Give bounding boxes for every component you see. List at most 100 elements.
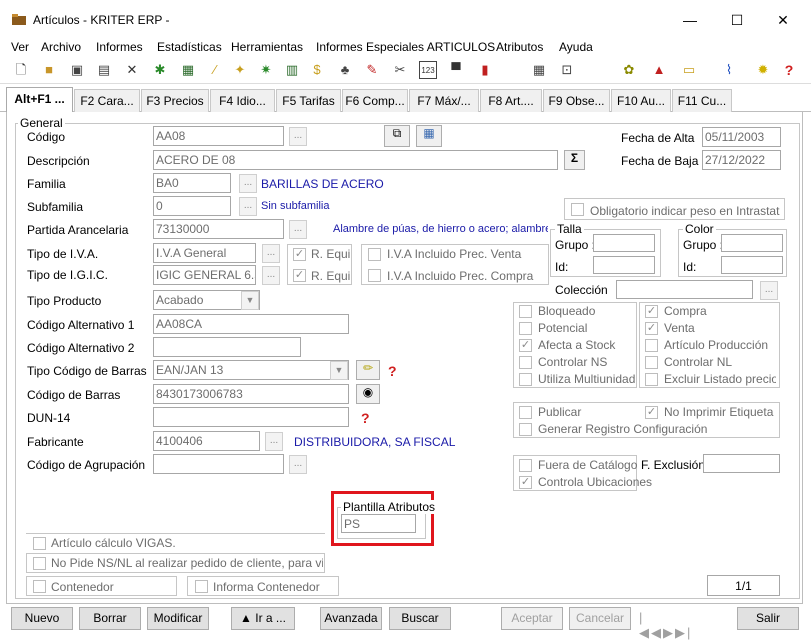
grid-icon[interactable]: ▦ [416,125,442,147]
menu-informes-especiales[interactable]: Informes Especiales ARTICULOS [316,40,495,54]
controla-ubic-checkbox[interactable]: ✓ [519,476,532,489]
tool-icon-1[interactable]: ✱ [151,61,169,79]
fabricante-field[interactable]: 4100406 [153,431,260,451]
chevron-down-icon[interactable]: ▼ [241,291,259,310]
help-icon[interactable]: ? [388,363,397,379]
maximize-icon[interactable]: ☐ [714,6,760,34]
coleccion-lookup-button[interactable]: ... [760,281,778,300]
menu-estadisticas[interactable]: Estadísticas [157,40,222,54]
iva-incluido-compra-checkbox[interactable] [368,269,381,282]
minimize-icon[interactable]: — [667,6,713,34]
eye-icon[interactable]: ◉ [356,384,380,404]
tab-f3[interactable]: F3 Precios [141,89,209,112]
iva-field[interactable]: I.V.A General [153,243,256,263]
talla-grupo-field[interactable] [593,234,655,252]
tab-f6[interactable]: F6 Comp... [342,89,408,112]
calculator-icon[interactable]: ▦ [530,61,548,79]
menu-ayuda[interactable]: Ayuda [559,40,593,54]
dun14-field[interactable] [153,407,349,427]
menu-archivo[interactable]: Archivo [41,40,81,54]
buscar-button[interactable]: Buscar [389,607,451,630]
tool-icon-6[interactable]: ▥ [283,61,301,79]
iva-incluido-venta-checkbox[interactable] [368,248,381,261]
chevron-down-icon[interactable]: ▼ [330,361,348,380]
tool-icon-11[interactable]: ✿ [620,61,638,79]
no-imprimir-checkbox[interactable]: ✓ [645,406,658,419]
venta-checkbox[interactable]: ✓ [645,322,658,335]
tool-icon-13[interactable]: ▭ [680,61,698,79]
articulo-produccion-checkbox[interactable] [645,339,658,352]
igic-field[interactable]: IGIC GENERAL 6.5 [153,265,256,285]
cod-agrupacion-field[interactable] [153,454,284,474]
tool-icon-8[interactable]: ♣ [336,61,354,79]
edit-icon[interactable]: ▤ [95,61,113,79]
cod-agrupacion-lookup-button[interactable]: ... [289,455,307,474]
igic-requi-checkbox[interactable]: ✓ [293,269,306,282]
fecha-alta-field[interactable]: 05/11/2003 [702,127,781,147]
avanzada-button[interactable]: Avanzada [320,607,382,630]
save-icon[interactable]: ▣ [68,61,86,79]
record-navigation-icon[interactable]: |◀◀▶▶| [639,610,697,640]
close-window-icon[interactable]: ✕ [760,6,806,34]
partida-field[interactable]: 73130000 [153,219,284,239]
tab-f8[interactable]: F8 Art.... [480,89,542,112]
subfamilia-lookup-button[interactable]: ... [239,197,257,216]
tool-icon-7[interactable]: $ [308,61,326,79]
fabricante-lookup-button[interactable]: ... [265,432,283,451]
igic-lookup-button[interactable]: ... [262,266,280,285]
compra-checkbox[interactable]: ✓ [645,305,658,318]
cart-icon[interactable]: ⊡ [558,61,576,79]
tab-f9[interactable]: F9 Obse... [543,89,610,112]
familia-field[interactable]: BA0 [153,173,231,193]
multiunidad-checkbox[interactable] [519,373,532,386]
nuevo-button[interactable]: Nuevo [11,607,73,630]
menu-atributos[interactable]: Atributos [496,40,543,54]
help-icon[interactable]: ? [780,61,798,79]
fuera-catalogo-checkbox[interactable] [519,459,532,472]
ir-a-button[interactable]: ▲ Ir a ... [231,607,295,630]
modificar-button[interactable]: Modificar [147,607,209,630]
codigo-field[interactable]: AA08 [153,126,284,146]
counter-icon[interactable]: 123 [419,61,437,79]
aceptar-button[interactable]: Aceptar [501,607,563,630]
tab-alt-f1[interactable]: Alt+F1 ... [6,87,73,113]
tab-f7[interactable]: F7 Máx/... [409,89,479,112]
new-document-icon[interactable]: 🗋 [12,61,30,79]
informa-contenedor-checkbox[interactable] [195,580,208,593]
tool-icon-9[interactable]: ✎ [363,61,381,79]
vigas-checkbox[interactable] [33,537,46,550]
tab-f4[interactable]: F4 Idio... [210,89,275,112]
borrar-button[interactable]: Borrar [79,607,141,630]
partida-lookup-button[interactable]: ... [289,220,307,239]
tool-icon-10[interactable]: ✂ [391,61,409,79]
cod-alt2-field[interactable] [153,337,301,357]
tab-f5[interactable]: F5 Tarifas [276,89,341,112]
cod-barras-field[interactable]: 8430173006783 [153,384,349,404]
subfamilia-field[interactable]: 0 [153,196,231,216]
menu-ver[interactable]: Ver [11,40,29,54]
tab-f2[interactable]: F2 Cara... [74,89,140,112]
excluir-listado-checkbox[interactable] [645,373,658,386]
sigma-button[interactable]: Σ [564,150,585,170]
plantilla-field[interactable]: PS [341,514,416,533]
copy-icon[interactable]: ⧉ [384,125,410,147]
cut-icon[interactable]: ✕ [123,61,141,79]
tool-icon-4[interactable]: ✦ [231,61,249,79]
iva-lookup-button[interactable]: ... [262,244,280,263]
tool-icon-5[interactable]: ✷ [257,61,275,79]
potencial-checkbox[interactable] [519,322,532,335]
tool-icon-3[interactable]: ⁄ [206,61,224,79]
afecta-stock-checkbox[interactable]: ✓ [519,339,532,352]
talla-id-field[interactable] [593,256,655,274]
open-folder-icon[interactable]: ■ [40,61,58,79]
cod-alt1-field[interactable]: AA08CA [153,314,349,334]
codigo-lookup-button[interactable]: ... [289,127,307,146]
tool-icon-2[interactable]: ▦ [179,61,197,79]
lightbulb-icon[interactable]: ✹ [754,61,772,79]
menu-herramientas[interactable]: Herramientas [231,40,303,54]
gen-registro-checkbox[interactable] [519,423,532,436]
tipo-cod-barras-select[interactable]: EAN/JAN 13 [153,360,349,380]
coleccion-field[interactable] [616,280,753,299]
tab-f10[interactable]: F10 Au... [611,89,671,112]
salir-button[interactable]: Salir [737,607,799,630]
